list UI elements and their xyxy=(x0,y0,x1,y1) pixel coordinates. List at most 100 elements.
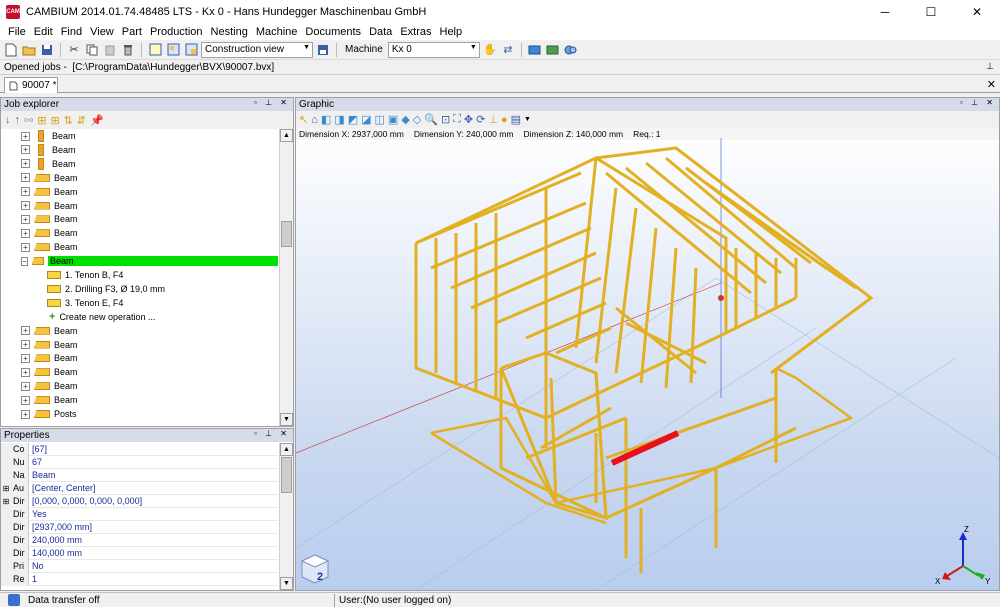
chevron-down-icon[interactable]: ▼ xyxy=(524,116,531,123)
tree-operation-item[interactable]: 1. Tenon B, F4 xyxy=(1,268,278,282)
machine-select[interactable]: Kx 0 ▼ xyxy=(387,41,480,58)
properties-scrollbar[interactable]: ▲ ▼ xyxy=(279,443,293,590)
expand-toggle-icon[interactable]: + xyxy=(21,353,30,363)
menu-help[interactable]: Help xyxy=(436,26,467,38)
expand-toggle-icon[interactable]: ⊞ xyxy=(1,481,11,495)
tree-item[interactable]: + Beam xyxy=(1,199,278,213)
home-view-icon[interactable]: ⌂ xyxy=(311,114,318,126)
tree-item[interactable]: + Beam xyxy=(1,171,278,185)
tree-item[interactable]: + Beam xyxy=(1,129,278,143)
tree-item[interactable]: + Beam xyxy=(1,365,278,379)
filter-icon[interactable]: ⇵ xyxy=(77,114,86,127)
property-value[interactable]: [0,000, 0,000, 0,000, 0,000] xyxy=(29,496,142,506)
view-split-icon[interactable] xyxy=(165,42,181,58)
view-layout-icon[interactable] xyxy=(147,42,163,58)
view-grid-icon[interactable] xyxy=(183,42,199,58)
property-row[interactable]: Nu 67 xyxy=(1,455,278,469)
tree-item[interactable]: + Beam xyxy=(1,143,278,157)
tree-item-selected[interactable]: − Beam xyxy=(1,254,278,268)
view-mode-select[interactable]: Construction view ▼ xyxy=(201,41,313,58)
open-folder-icon[interactable] xyxy=(21,42,37,58)
tree-item[interactable]: + Beam xyxy=(1,240,278,254)
view-iso2-icon[interactable]: ◇ xyxy=(413,113,421,126)
cut-icon[interactable]: ✂ xyxy=(66,42,82,58)
expand-toggle-icon[interactable]: + xyxy=(21,187,30,197)
property-row[interactable]: Dir Yes xyxy=(1,507,278,521)
pan-icon[interactable]: ✥ xyxy=(464,113,473,126)
tree-item[interactable]: + Beam xyxy=(1,351,278,365)
view-top-icon[interactable]: ◫ xyxy=(375,113,385,126)
connect-icon[interactable] xyxy=(563,42,579,58)
tab-90007[interactable]: 90007 * xyxy=(4,77,58,93)
expand-toggle-icon[interactable]: + xyxy=(21,159,30,169)
tree-item[interactable]: + Posts xyxy=(1,407,278,421)
expand-toggle-icon[interactable]: + xyxy=(21,131,30,141)
view-left-icon[interactable]: ◩ xyxy=(348,113,358,126)
marker-pin-icon[interactable]: 📌 xyxy=(90,114,104,127)
menu-find[interactable]: Find xyxy=(57,26,86,38)
property-row[interactable]: Pri No xyxy=(1,559,278,573)
zoom-fit-icon[interactable]: ⛶ xyxy=(453,113,461,126)
measure-icon[interactable]: ⊥ xyxy=(488,113,498,126)
expand-toggle-icon[interactable]: + xyxy=(21,367,30,377)
property-row[interactable]: Na Beam xyxy=(1,468,278,482)
zoom-window-icon[interactable]: ⊡ xyxy=(441,113,450,126)
property-row[interactable]: Dir 140,000 mm xyxy=(1,546,278,560)
panel-controls[interactable]: ▫ ⊥ ✕ xyxy=(960,98,996,107)
tree-item[interactable]: + Beam xyxy=(1,393,278,407)
expand-toggle-icon[interactable]: + xyxy=(21,409,30,419)
view-cube[interactable]: 2 xyxy=(300,553,330,585)
property-value[interactable]: [Center, Center] xyxy=(29,483,96,493)
view-bottom-icon[interactable]: ▣ xyxy=(388,113,398,126)
export-icon[interactable] xyxy=(527,42,543,58)
property-value[interactable]: 67 xyxy=(29,457,42,467)
scroll-thumb[interactable] xyxy=(281,457,292,493)
menu-view[interactable]: View xyxy=(86,26,118,38)
tree-item[interactable]: + Beam xyxy=(1,212,278,226)
3d-viewport[interactable]: Dimension X: 2937,000 mm Dimension Y: 24… xyxy=(296,128,999,590)
pin-icon[interactable]: ⊥ xyxy=(986,61,994,72)
menu-file[interactable]: File xyxy=(4,26,30,38)
menu-documents[interactable]: Documents xyxy=(301,26,365,38)
expand-toggle-icon[interactable]: − xyxy=(21,256,28,266)
hand-icon[interactable]: ✋ xyxy=(482,42,498,58)
property-value[interactable]: 240,000 mm xyxy=(29,535,82,545)
expand-toggle-icon[interactable]: + xyxy=(21,145,30,155)
tree-item[interactable]: + Beam xyxy=(1,324,278,338)
property-value[interactable]: No xyxy=(29,561,44,571)
property-value[interactable]: 1 xyxy=(29,574,37,584)
minimize-button[interactable]: ─ xyxy=(862,0,908,24)
menu-nesting[interactable]: Nesting xyxy=(207,26,252,38)
view-back-icon[interactable]: ◨ xyxy=(334,113,344,126)
property-row[interactable]: Dir [2937,000 mm] xyxy=(1,520,278,534)
view-front-icon[interactable]: ◧ xyxy=(321,113,331,126)
tree-item[interactable]: + Beam xyxy=(1,379,278,393)
expand-toggle-icon[interactable]: + xyxy=(21,173,30,183)
scroll-up-icon[interactable]: ▲ xyxy=(280,443,293,456)
paste-icon[interactable] xyxy=(102,42,118,58)
menu-machine[interactable]: Machine xyxy=(252,26,302,38)
expand-toggle-icon[interactable]: + xyxy=(21,201,30,210)
menu-data[interactable]: Data xyxy=(365,26,396,38)
display-options-icon[interactable]: ▤ xyxy=(511,113,521,126)
add-part-icon[interactable]: ⊞ xyxy=(50,114,59,127)
delete-icon[interactable] xyxy=(120,42,136,58)
zoom-icon[interactable]: 🔍 xyxy=(424,113,438,126)
expand-toggle-icon[interactable]: + xyxy=(21,214,30,224)
expand-toggle-icon[interactable]: ⊞ xyxy=(1,494,11,508)
property-value[interactable]: [67] xyxy=(29,444,47,454)
save-view-icon[interactable] xyxy=(315,42,331,58)
tree-operation-item[interactable]: 3. Tenon E, F4 xyxy=(1,296,278,310)
copy-icon[interactable] xyxy=(84,42,100,58)
rotate-icon[interactable]: ⟳ xyxy=(476,113,485,126)
menu-edit[interactable]: Edit xyxy=(30,26,57,38)
property-value[interactable]: Beam xyxy=(29,470,56,480)
tree-operation-item[interactable]: 2. Drilling F3, Ø 19,0 mm xyxy=(1,282,278,296)
tree-item[interactable]: + Beam xyxy=(1,226,278,240)
move-up-icon[interactable]: ↑ xyxy=(15,114,21,126)
render-icon[interactable]: ● xyxy=(501,114,508,126)
selected-beam[interactable] xyxy=(610,430,680,466)
property-row[interactable]: ⊞ Au [Center, Center] xyxy=(1,481,278,495)
select-cursor-icon[interactable]: ↖ xyxy=(299,113,308,126)
scroll-thumb[interactable] xyxy=(281,221,292,247)
